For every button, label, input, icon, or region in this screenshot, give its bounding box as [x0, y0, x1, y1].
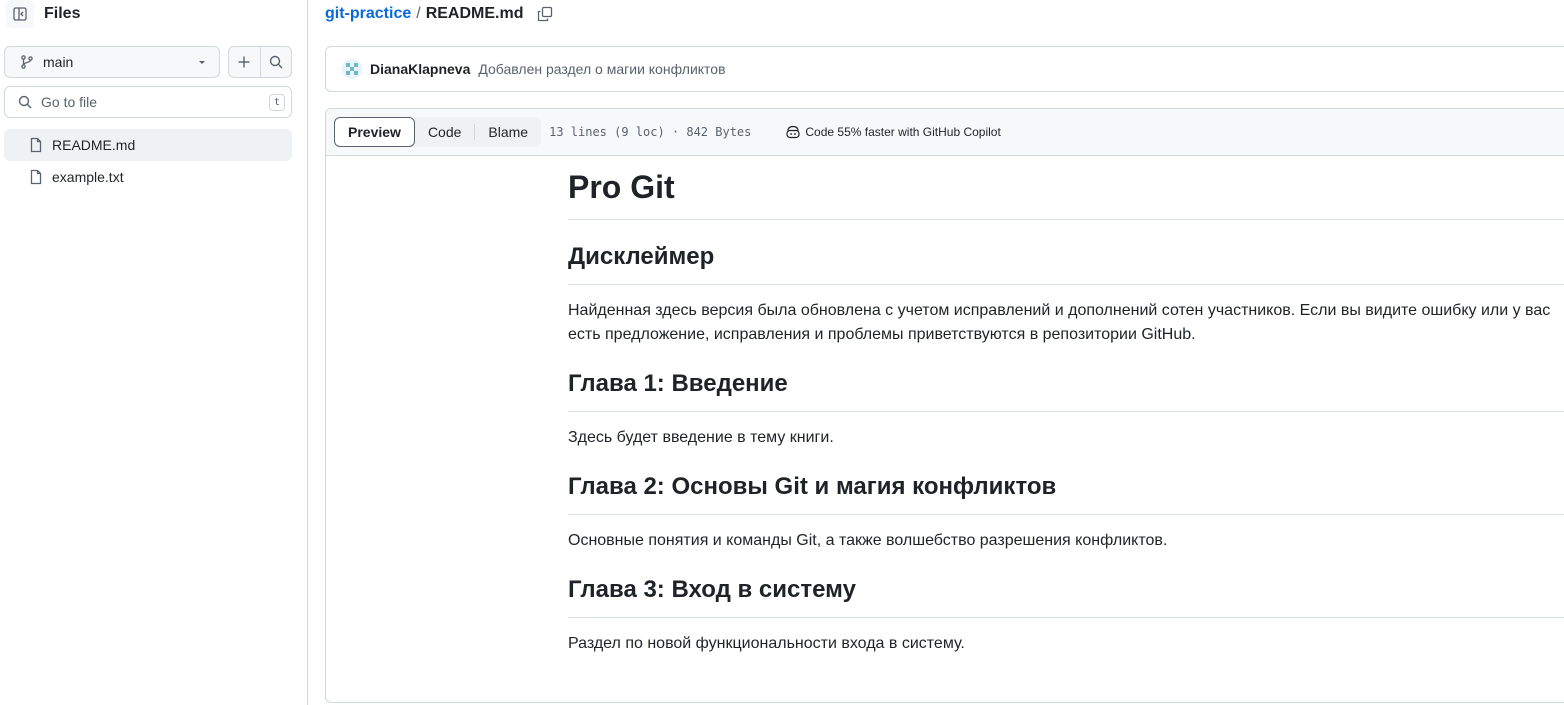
readme-heading-disclaimer: Дисклеймер — [568, 242, 1564, 285]
copilot-icon — [786, 125, 800, 139]
go-to-file-input[interactable] — [41, 94, 269, 110]
file-viewer: Preview Code Blame 13 lines (9 loc) · 84… — [325, 108, 1564, 703]
tree-item-label: example.txt — [52, 169, 124, 185]
sidebar-title: Files — [44, 5, 81, 22]
go-to-file-field[interactable]: t — [4, 86, 292, 118]
main-content: git-practice / README.md DianaKlapneva Д… — [309, 0, 1564, 705]
commit-message-link[interactable]: Добавлен раздел о магии конфликтов — [478, 61, 725, 77]
search-icon — [18, 95, 32, 109]
sidebar-collapse-icon — [13, 7, 27, 21]
copilot-promo-link[interactable]: Code 55% faster with GitHub Copilot — [785, 124, 1001, 140]
readme-paragraph: Здесь будет введение в тему книги. — [568, 429, 834, 446]
breadcrumb: git-practice / README.md — [325, 2, 553, 26]
file-tree: README.md example.txt — [4, 129, 292, 193]
file-tree-sidebar: Files main Go to file t README.md exampl… — [0, 0, 308, 705]
readme-paragraph: Раздел по новой функциональности входа в… — [568, 635, 965, 652]
tree-item-readme[interactable]: README.md — [4, 129, 292, 161]
plus-icon — [238, 56, 250, 68]
copilot-promo-text: Code 55% faster with GitHub Copilot — [805, 125, 1001, 139]
tree-item-label: README.md — [52, 137, 136, 153]
readme-preview: Pro Git Дисклеймер Найденная здесь верси… — [568, 169, 1564, 656]
readme-heading-chapter-3: Глава 3: Вход в систему — [568, 575, 1564, 618]
view-mode-tabs: Preview Code Blame — [334, 117, 542, 147]
git-branch-icon — [21, 55, 33, 69]
tab-preview[interactable]: Preview — [334, 117, 415, 147]
caret-down-icon — [199, 61, 205, 64]
search-code-button[interactable] — [259, 47, 292, 77]
copy-path-button[interactable] — [537, 6, 553, 22]
search-icon — [269, 55, 283, 69]
breadcrumb-repo-link[interactable]: git-practice — [325, 5, 411, 23]
sidebar-action-buttons — [228, 46, 292, 78]
readme-title: Pro Git — [568, 169, 1564, 220]
latest-commit-box: DianaKlapneva Добавлен раздел о магии ко… — [325, 46, 1564, 92]
file-viewer-header: Preview Code Blame 13 lines (9 loc) · 84… — [326, 109, 1564, 156]
readme-paragraph: Найденная здесь версия была обновлена с … — [568, 302, 1551, 343]
readme-heading-chapter-1: Глава 1: Введение — [568, 369, 1564, 412]
copy-icon — [538, 6, 553, 22]
keyboard-shortcut-hint: t — [268, 93, 285, 111]
add-file-button[interactable] — [229, 47, 260, 77]
file-icon — [30, 137, 42, 153]
branch-name: main — [43, 54, 74, 70]
file-stats: 13 lines (9 loc) · 842 Bytes — [549, 125, 752, 139]
commit-author-link[interactable]: DianaKlapneva — [370, 61, 470, 77]
branch-selector-button[interactable]: main — [4, 46, 220, 78]
breadcrumb-file: README.md — [425, 5, 524, 22]
tab-code[interactable]: Code — [415, 117, 474, 147]
sidebar-header: Files — [6, 0, 80, 28]
readme-heading-chapter-2: Глава 2: Основы Git и магия конфликтов — [568, 472, 1564, 515]
identicon-icon — [342, 59, 362, 79]
file-icon — [30, 169, 42, 185]
tree-item-example[interactable]: example.txt — [4, 161, 292, 193]
collapse-sidebar-button[interactable] — [6, 0, 34, 28]
readme-paragraph: Основные понятия и команды Git, а также … — [568, 532, 1168, 549]
tab-blame[interactable]: Blame — [475, 117, 541, 147]
avatar[interactable] — [342, 59, 362, 79]
breadcrumb-separator: / — [416, 5, 421, 22]
